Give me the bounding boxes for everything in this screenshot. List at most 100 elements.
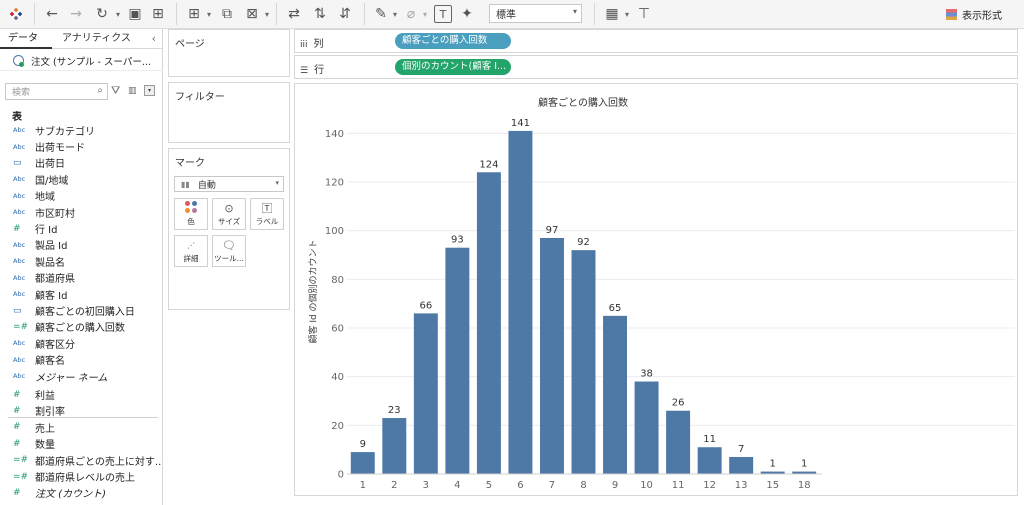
field-item[interactable]: Abc メジャー ネーム	[0, 368, 162, 384]
columns-pill[interactable]: 顧客ごとの購入回数	[395, 33, 511, 49]
highlight-icon[interactable]: ✎	[372, 4, 390, 24]
field-item[interactable]: =# 都道府県レベルの売上	[0, 468, 162, 485]
datasource-item[interactable]: 注文 (サンプル - スーパー...	[0, 51, 163, 71]
field-item[interactable]: # 行 Id	[0, 220, 162, 237]
bar-chart-icon: ▮▮	[181, 179, 190, 189]
x-tick-label: 3	[423, 480, 429, 491]
bar-chart[interactable]: 020406080100120140顧客 Id の個別のカウント91232663…	[295, 84, 1019, 497]
sort-descending-icon[interactable]: ⇵	[335, 4, 355, 24]
pages-card[interactable]: ページ	[168, 29, 290, 77]
x-tick-label: 8	[580, 480, 586, 491]
field-label: 売上	[35, 423, 55, 435]
bar[interactable]	[508, 130, 533, 474]
highlight-dropdown-icon[interactable]: ▾	[391, 4, 399, 24]
duplicate-sheet-icon[interactable]: ⧉	[217, 4, 237, 24]
tooltip-button[interactable]: 🗨 ツール...	[212, 235, 246, 267]
save-icon[interactable]: ▣	[126, 4, 144, 24]
field-item[interactable]: Abc 製品 Id	[0, 237, 162, 253]
bar[interactable]	[603, 315, 628, 474]
x-tick-label: 7	[549, 480, 555, 491]
swap-rows-columns-icon[interactable]: ⇄	[284, 4, 304, 24]
field-search-input[interactable]: 検索 ⌕	[5, 83, 108, 100]
clear-dropdown-icon[interactable]: ▾	[263, 4, 271, 24]
group-dropdown-icon[interactable]: ▾	[421, 4, 429, 24]
mark-type-select[interactable]: ▮▮ 自動 ▾	[174, 176, 284, 192]
replay-icon[interactable]: ↻	[91, 4, 113, 24]
color-button[interactable]: 色	[174, 198, 208, 230]
field-label: 国/地域	[35, 175, 69, 187]
field-item[interactable]: Abc 国/地域	[0, 171, 162, 187]
bar[interactable]	[476, 172, 501, 474]
bar[interactable]	[571, 250, 596, 474]
bar[interactable]	[729, 456, 754, 474]
fit-select[interactable]: 標準 ▾	[489, 4, 582, 23]
detail-button[interactable]: ⋰ 詳細	[174, 235, 208, 267]
field-item[interactable]: # 利益	[0, 386, 162, 403]
field-label: 都道府県	[35, 274, 75, 286]
field-label: 製品名	[35, 257, 65, 269]
field-item[interactable]: Abc 都道府県	[0, 270, 162, 286]
bar[interactable]	[413, 313, 438, 474]
field-item[interactable]: Abc 顧客 Id	[0, 286, 162, 302]
filters-card[interactable]: フィルター	[168, 82, 290, 143]
field-item[interactable]: # 注文 (カウント)	[0, 485, 162, 501]
bar[interactable]	[539, 237, 564, 474]
clear-sheet-icon[interactable]: ⊠	[242, 4, 262, 24]
field-item[interactable]: ▭ 出荷日	[0, 155, 162, 171]
bar[interactable]	[666, 410, 691, 474]
x-tick-label: 5	[486, 480, 492, 491]
new-datasource-icon[interactable]: ⊞	[149, 4, 167, 24]
field-item[interactable]: # 数量	[0, 436, 162, 452]
size-button-label: サイズ	[217, 216, 241, 226]
bar[interactable]	[697, 447, 722, 474]
replay-dropdown-icon[interactable]: ▾	[114, 4, 122, 24]
detail-button-label: 詳細	[183, 253, 199, 263]
new-worksheet-icon[interactable]: ⊞	[184, 4, 204, 24]
number-type-icon: #	[13, 405, 21, 416]
columns-shelf[interactable]: iii 列 顧客ごとの購入回数	[294, 29, 1018, 53]
filter-icon[interactable]: ⛛	[111, 84, 120, 98]
bar[interactable]	[634, 381, 659, 474]
sort-ascending-icon[interactable]: ⇅	[310, 4, 330, 24]
redo-icon[interactable]: →	[66, 4, 86, 24]
fix-axes-icon[interactable]: ✦	[458, 4, 476, 24]
x-tick-label: 4	[454, 480, 460, 491]
field-item[interactable]: ▭ 顧客ごとの初回購入日	[0, 302, 162, 319]
tab-analytics[interactable]: アナリティクス	[54, 29, 139, 49]
field-item[interactable]: Abc 出荷モード	[0, 138, 162, 155]
presentation-mode-icon[interactable]: ⊤	[634, 4, 654, 24]
show-cards-dropdown-icon[interactable]: ▾	[623, 4, 631, 24]
group-members-icon[interactable]: ⌀	[402, 4, 420, 24]
viz-area[interactable]: 顧客ごとの購入回数 0 20 40 60 80 100 120 140 顧客 Id の個別のカウ…	[294, 83, 1018, 496]
rows-pill[interactable]: 個別のカウント(顧客 I...	[395, 59, 511, 75]
field-item[interactable]: Abc 地域	[0, 188, 162, 204]
rows-shelf[interactable]: ☰ 行 個別のカウント(顧客 I...	[294, 55, 1018, 79]
new-worksheet-dropdown-icon[interactable]: ▾	[205, 4, 213, 24]
undo-icon[interactable]: ←	[42, 4, 62, 24]
field-item[interactable]: Abc 市区町村	[0, 204, 162, 220]
bar[interactable]	[382, 418, 407, 474]
bar[interactable]	[350, 452, 375, 474]
pane-menu-icon[interactable]: ▾	[144, 85, 155, 96]
string-type-icon: Abc	[13, 355, 26, 364]
tableau-logo-icon[interactable]	[8, 4, 24, 24]
field-item[interactable]: Abc サブカテゴリ	[0, 122, 162, 138]
show-me-button[interactable]: 表示形式	[946, 6, 1002, 22]
view-data-icon[interactable]: ▥	[128, 86, 142, 96]
show-cards-icon[interactable]: ▦	[602, 4, 622, 24]
tab-data[interactable]: データ	[0, 29, 52, 49]
field-item[interactable]: =# 都道府県ごとの売上に対す...	[0, 452, 162, 468]
field-item[interactable]: =# 顧客ごとの購入回数	[0, 319, 162, 335]
field-item[interactable]: Abc 顧客名	[0, 352, 162, 368]
collapse-pane-icon[interactable]: ‹	[152, 32, 156, 45]
bar[interactable]	[445, 247, 470, 474]
label-button[interactable]: 🅃 ラベル	[250, 198, 284, 230]
show-mark-labels-icon[interactable]: T	[434, 5, 452, 23]
datasource-icon	[13, 55, 24, 67]
field-label: 出荷日	[35, 159, 65, 171]
field-item[interactable]: Abc 顧客区分	[0, 335, 162, 351]
date-type-icon: ▭	[13, 157, 22, 168]
field-item[interactable]: Abc 製品名	[0, 253, 162, 269]
field-item[interactable]: # 売上	[0, 419, 162, 435]
size-button[interactable]: ⊙ サイズ	[212, 198, 246, 230]
